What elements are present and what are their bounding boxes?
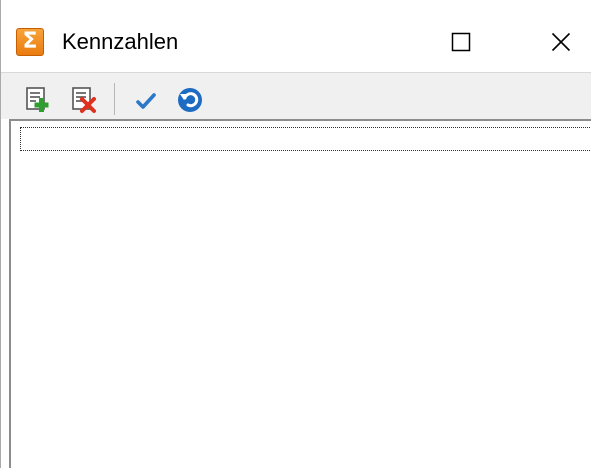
close-button[interactable] xyxy=(531,22,591,62)
window-title: Kennzahlen xyxy=(62,29,179,54)
undo-button[interactable] xyxy=(175,85,205,115)
sigma-icon: Σ xyxy=(16,28,44,56)
maximize-button[interactable] xyxy=(431,22,491,62)
toolbar-separator xyxy=(114,83,115,115)
add-record-icon xyxy=(26,87,49,112)
focused-row[interactable] xyxy=(20,127,591,151)
apply-button[interactable] xyxy=(131,85,161,115)
add-record-button[interactable] xyxy=(23,85,53,115)
close-icon xyxy=(551,32,571,52)
delete-record-icon xyxy=(72,87,96,113)
delete-record-button[interactable] xyxy=(69,85,99,115)
maximize-icon xyxy=(451,32,471,52)
checkmark-icon xyxy=(136,93,156,109)
title-bar[interactable]: Σ Kennzahlen xyxy=(1,0,591,72)
toolbar xyxy=(1,72,591,119)
kennzahlen-window: Σ Kennzahlen xyxy=(0,0,591,468)
kennzahlen-list[interactable] xyxy=(9,119,591,468)
undo-icon xyxy=(178,88,202,112)
